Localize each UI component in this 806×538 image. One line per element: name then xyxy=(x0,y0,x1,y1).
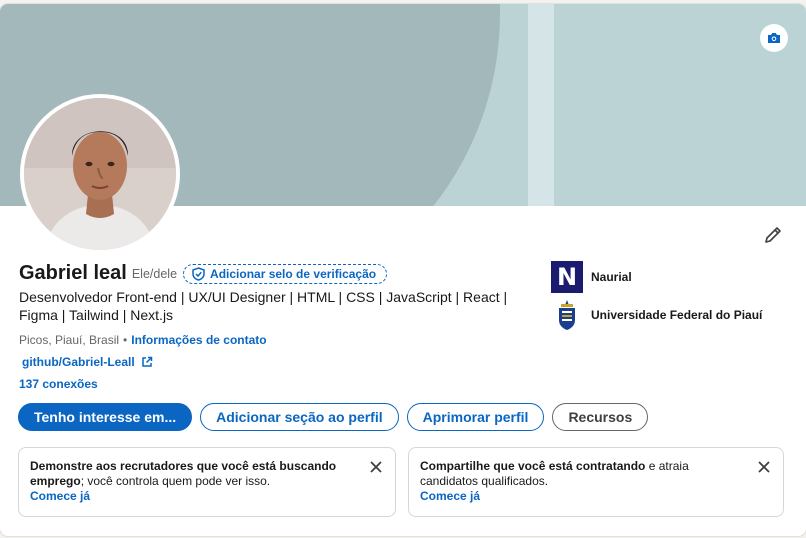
profile-avatar[interactable] xyxy=(20,94,180,254)
location-separator: • xyxy=(123,333,128,347)
pencil-icon xyxy=(765,227,781,243)
tip-text: Demonstre aos recrutadores que você está… xyxy=(30,459,350,489)
external-link-icon xyxy=(141,356,152,367)
profile-card: Gabriel leal Ele/dele Adicionar selo de … xyxy=(0,4,806,536)
website-label: github/Gabriel-Leall xyxy=(22,355,135,369)
university-logo xyxy=(551,299,583,331)
open-to-button[interactable]: Tenho interesse em... xyxy=(18,403,193,431)
company-logo: N xyxy=(551,261,583,293)
tip-cta-link[interactable]: Comece já xyxy=(420,489,772,504)
tip-text: Compartilhe que você está contratando e … xyxy=(420,459,740,489)
tip-bold-text: Compartilhe que você está contratando xyxy=(420,459,646,473)
profile-pronouns: Ele/dele xyxy=(131,266,178,281)
shield-check-icon xyxy=(192,266,205,281)
location-row: Picos, Piauí, Brasil • Informações de cont… xyxy=(19,333,267,347)
tip-cta-link[interactable]: Comece já xyxy=(30,489,384,504)
tip-rest-text: ; você controla quem pode ver isso. xyxy=(80,474,271,488)
add-profile-section-button[interactable]: Adicionar seção ao perfil xyxy=(200,403,399,431)
profile-actions: Tenho interesse em... Adicionar seção ao… xyxy=(18,403,649,431)
banner-stripe-shape xyxy=(528,4,554,206)
add-verification-button[interactable]: Adicionar selo de verificação xyxy=(183,263,388,284)
profile-headline: Desenvolvedor Front-end | UX/UI Designer… xyxy=(19,289,508,323)
org-item-naurial[interactable]: N Naurial xyxy=(551,261,632,293)
connections-link[interactable]: 137 conexões xyxy=(19,377,98,391)
close-icon[interactable] xyxy=(757,460,771,474)
enhance-profile-button[interactable]: Aprimorar perfil xyxy=(406,403,545,431)
camera-icon xyxy=(768,33,780,43)
open-to-work-tip: Demonstre aos recrutadores que você está… xyxy=(18,447,396,517)
profile-location: Picos, Piauí, Brasil xyxy=(19,333,120,347)
close-icon[interactable] xyxy=(369,460,383,474)
org-name-naurial: Naurial xyxy=(591,270,632,284)
edit-banner-button[interactable] xyxy=(760,24,788,52)
profile-name: Gabriel leal xyxy=(19,262,127,284)
contact-info-link[interactable]: Informações de contato xyxy=(131,333,266,347)
org-item-ufpi[interactable]: Universidade Federal do Piauí xyxy=(551,299,762,331)
hiring-tip: Compartilhe que você está contratando e … xyxy=(408,447,784,517)
profile-photo xyxy=(24,98,176,250)
org-name-ufpi: Universidade Federal do Piauí xyxy=(591,308,763,322)
edit-intro-button[interactable] xyxy=(758,220,788,250)
add-verification-label: Adicionar selo de verificação xyxy=(210,266,377,281)
website-link[interactable]: github/Gabriel-Leall xyxy=(22,355,153,369)
name-row: Gabriel leal Ele/dele Adicionar selo de … xyxy=(19,262,388,285)
resources-button[interactable]: Recursos xyxy=(552,403,649,431)
